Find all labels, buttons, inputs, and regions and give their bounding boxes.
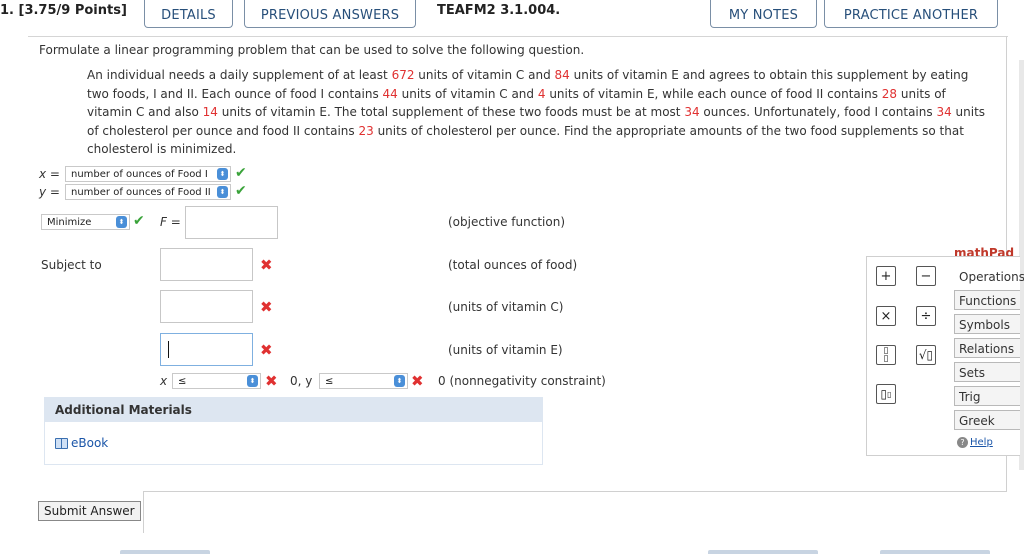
practice-another-button[interactable]: PRACTICE ANOTHER [824,0,998,28]
highlighted-value: 34 [936,105,952,119]
vitamin-c-description: (units of vitamin C) [448,300,564,314]
select-arrow-icon: ⬍ [217,168,228,180]
objective-description: (objective function) [448,215,565,229]
y-variable-label: y = [39,185,60,199]
subject-to-label: Subject to [41,258,102,272]
x-definition-value: number of ounces of Food I [71,168,208,180]
next-question-tab [708,550,818,554]
highlighted-value: 23 [358,123,374,138]
y-inequality-select[interactable]: ≤ ⬍ [319,373,408,389]
problem-text: ounces. Unfortunately, food I contains [699,105,937,119]
card-border-left [143,491,144,533]
problem-text: units of vitamin E. The total supplement… [217,105,685,119]
question-number: 1. [3.75/9 Points] [0,3,127,18]
f-label: F = [160,215,181,229]
multiply-button[interactable]: × [876,306,896,326]
mathpad-tab-trig[interactable]: Trig [954,386,1020,406]
total-ounces-constraint-input[interactable] [160,248,253,281]
x-variable-label: x = [39,167,60,181]
next-question-tab [120,550,210,554]
select-arrow-icon: ⬍ [394,375,405,387]
card-border-bottom [143,491,1007,492]
problem-statement: An individual needs a daily supplement o… [87,66,992,159]
header-divider [28,36,1008,37]
mathpad-tab-sets[interactable]: Sets [954,362,1020,382]
nonneg-middle-text: 0, y [290,374,313,388]
ebook-link[interactable]: eBook [55,436,108,450]
problem-text: units of vitamin E, while each ounce of … [545,86,882,101]
question-code: TEAFM2 3.1.004. [437,3,561,18]
book-icon [55,437,68,449]
incorrect-icon: ✖ [260,256,273,274]
y-definition-value: number of ounces of Food II [71,186,211,198]
highlighted-value: 14 [202,105,218,119]
details-button[interactable]: DETAILS [144,0,233,28]
highlighted-value: 4 [537,86,546,101]
mathpad-tab-greek[interactable]: Greek [954,410,1020,430]
mathpad-tab-symbols[interactable]: Symbols [954,314,1020,334]
x-inequality-select[interactable]: ≤ ⬍ [172,373,261,389]
minus-button[interactable]: − [916,266,936,286]
highlighted-value: 84 [554,68,570,82]
optimization-mode-select[interactable]: Minimize ⬍ [41,214,130,230]
next-question-tab [880,550,990,554]
vitamin-c-constraint-input[interactable] [160,290,253,323]
text-cursor [168,341,169,358]
help-label: Help [970,437,993,448]
highlighted-value: 44 [382,86,398,101]
vitamin-e-constraint-input[interactable] [160,333,253,366]
exponent-button[interactable]: ▯ ▯ [876,384,896,404]
help-icon: ? [957,437,968,448]
x-nonneg-label: x [160,374,168,388]
check-icon: ✔ [235,165,247,181]
incorrect-icon: ✖ [411,372,424,390]
problem-text: units of vitamin C and [397,86,538,101]
submit-answer-button[interactable]: Submit Answer [38,501,141,521]
incorrect-icon: ✖ [260,298,273,316]
select-arrow-icon: ⬍ [217,186,228,198]
incorrect-icon: ✖ [260,341,273,359]
y-definition-select[interactable]: number of ounces of Food II ⬍ [65,184,231,200]
fraction-icon: ▯ ▯ [883,346,889,364]
question-prompt: Formulate a linear programming problem t… [39,43,585,57]
my-notes-button[interactable]: MY NOTES [710,0,817,28]
previous-answers-button[interactable]: PREVIOUS ANSWERS [244,0,416,28]
highlighted-value: 34 [684,105,700,119]
ebook-label: eBook [71,436,109,450]
highlighted-value: 28 [881,86,898,101]
y-inequality-value: ≤ [325,375,334,387]
vitamin-e-description: (units of vitamin E) [448,343,563,357]
problem-text: units of vitamin C and [414,68,555,82]
select-arrow-icon: ⬍ [116,216,127,228]
problem-text: An individual needs a daily supplement o… [87,68,392,82]
mathpad-tab-relations[interactable]: Relations [954,338,1020,358]
highlighted-value: 672 [391,68,415,82]
x-inequality-value: ≤ [178,375,187,387]
plus-button[interactable]: + [876,266,896,286]
mathpad-help-link[interactable]: ? Help [957,437,993,448]
x-definition-select[interactable]: number of ounces of Food I ⬍ [65,166,231,182]
additional-materials-header: Additional Materials [44,397,543,422]
check-icon: ✔ [133,213,145,229]
incorrect-icon: ✖ [265,372,278,390]
mathpad-tab-functions[interactable]: Functions [954,290,1020,310]
total-ounces-description: (total ounces of food) [448,258,578,272]
check-icon: ✔ [235,183,247,199]
select-arrow-icon: ⬍ [247,375,258,387]
mathpad-tab-operations[interactable]: Operations [954,266,1024,286]
optimization-mode-value: Minimize [47,216,92,228]
objective-function-input[interactable] [185,206,278,239]
additional-materials-panel [44,422,543,465]
divide-button[interactable]: ÷ [916,306,936,326]
nonneg-description: 0 (nonnegativity constraint) [438,374,606,388]
fraction-button[interactable]: ▯ ▯ [876,345,896,365]
sqrt-button[interactable]: √▯ [916,345,936,365]
